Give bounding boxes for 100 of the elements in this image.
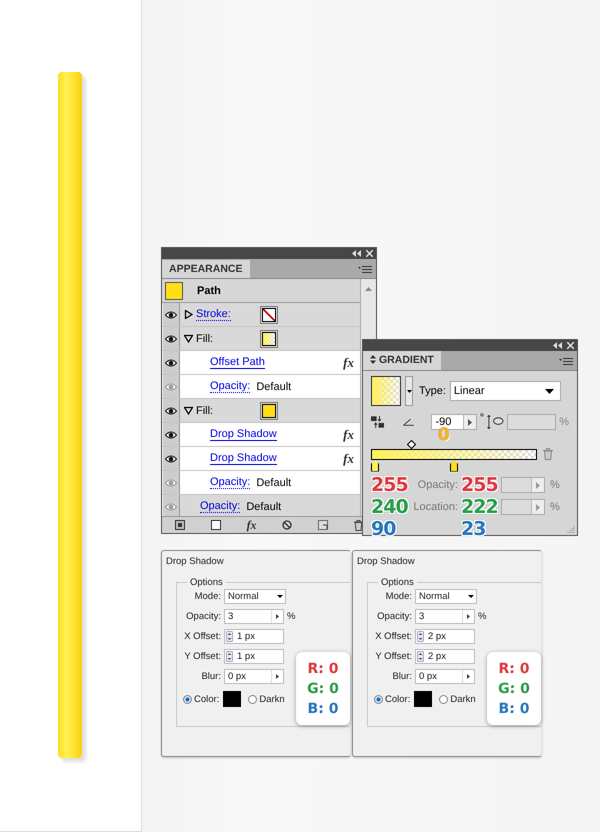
reverse-gradient-icon[interactable]: [371, 415, 384, 429]
opacity-link[interactable]: Opacity:: [210, 476, 250, 489]
percent-sign: %: [549, 479, 559, 491]
gradient-preview: [371, 376, 401, 406]
trash-icon[interactable]: [354, 520, 364, 530]
radio-label: Color:: [385, 694, 410, 704]
input-field[interactable]: 0 px: [224, 669, 284, 684]
radio-label: Color:: [194, 694, 220, 704]
panel-menu-icon[interactable]: [559, 358, 573, 365]
square-icon[interactable]: [210, 520, 221, 530]
field-label: Blur:: [391, 671, 412, 682]
stop-field[interactable]: [501, 477, 545, 493]
fx-label: fx: [343, 354, 354, 370]
field-label: Opacity:: [376, 611, 412, 622]
effect-link[interactable]: Offset Path: [210, 356, 265, 369]
effect-link[interactable]: Drop Shadow: [210, 452, 277, 465]
rgb-annotation: R: 0: [498, 660, 530, 678]
stop-field[interactable]: [501, 499, 545, 515]
eye-icon[interactable]: [165, 358, 177, 366]
fill-swatch[interactable]: [262, 332, 276, 346]
input-field[interactable]: 3: [415, 609, 475, 624]
collapse-icon[interactable]: [352, 250, 361, 257]
dialog-title: Drop Shadow: [356, 555, 416, 567]
stroke-swatch[interactable]: [262, 308, 276, 322]
input-field[interactable]: 2 px: [415, 649, 475, 664]
close-icon[interactable]: [567, 342, 574, 349]
disclosure-triangle-icon[interactable]: [184, 334, 193, 343]
degree-sign: °: [480, 412, 484, 424]
rgb-annotation: B: 0: [498, 700, 530, 718]
eye-icon[interactable]: [165, 430, 177, 438]
unit-label: %: [287, 611, 296, 622]
rgb-annotation: G: 0: [498, 680, 530, 698]
panel-menu-icon[interactable]: [358, 266, 372, 273]
input-field[interactable]: 1 px: [224, 649, 284, 664]
resize-grip-icon[interactable]: [567, 525, 575, 533]
color-swatch[interactable]: [414, 691, 432, 707]
color-radio[interactable]: [183, 694, 192, 704]
panel-tab[interactable]: APPEARANCE: [162, 260, 250, 278]
arrow-right-icon: [468, 418, 472, 426]
arrow-right-icon: [536, 504, 540, 510]
color-swatch[interactable]: [223, 691, 242, 707]
mode-select[interactable]: Normal: [415, 589, 477, 604]
opacity-link[interactable]: Opacity:: [210, 380, 250, 393]
object-swatch: [165, 282, 183, 300]
unit-label: %: [478, 611, 486, 622]
panel-tab[interactable]: GRADIENT: [363, 350, 441, 370]
color-radio[interactable]: [374, 694, 383, 704]
sort-arrows-icon: [370, 355, 376, 364]
percent-sign: %: [549, 501, 559, 513]
collapse-icon[interactable]: [553, 342, 562, 349]
darkness-radio[interactable]: [439, 694, 448, 704]
eye-icon[interactable]: [165, 310, 177, 318]
spinner-icon: [226, 651, 233, 662]
duplicate-icon[interactable]: [318, 520, 328, 530]
close-icon[interactable]: [366, 250, 373, 257]
opacity-value: Default: [256, 380, 292, 392]
aspect-ratio-icon: [487, 415, 504, 429]
effect-link[interactable]: Drop Shadow: [210, 428, 277, 441]
color-stop[interactable]: [450, 460, 458, 472]
arrow-right-icon: [467, 614, 470, 619]
mode-select[interactable]: Normal: [224, 589, 286, 604]
input-field[interactable]: 2 px: [415, 629, 475, 644]
disclosure-triangle-icon[interactable]: [184, 406, 193, 415]
spinner-icon: [417, 631, 424, 642]
new-art-icon[interactable]: [174, 520, 185, 530]
channel-annotation: 255: [461, 474, 499, 496]
object-title: Path: [197, 284, 221, 296]
channel-annotation: 255: [371, 474, 409, 496]
spinner-icon: [417, 651, 424, 662]
eye-icon[interactable]: [165, 454, 177, 462]
rgb-annotation: G: 0: [307, 680, 339, 698]
eye-icon[interactable]: [165, 334, 177, 342]
opacity-value: Default: [256, 476, 292, 488]
aspect-ratio-field[interactable]: [507, 414, 556, 430]
angle-annotation: 0: [438, 428, 450, 443]
field-label: Y Offset:: [374, 651, 412, 662]
channel-annotation: 23: [461, 518, 486, 540]
fill-swatch[interactable]: [262, 404, 276, 418]
darkness-radio[interactable]: [248, 694, 258, 704]
input-field[interactable]: 1 px: [224, 629, 284, 644]
scroll-up-icon[interactable]: [365, 287, 372, 291]
caret-icon: [406, 390, 412, 392]
gradient-presets-button[interactable]: [405, 376, 413, 406]
field-label: X Offset:: [374, 631, 412, 642]
input-field[interactable]: 0 px: [415, 669, 475, 684]
disclosure-triangle-icon[interactable]: [184, 310, 193, 319]
color-stop[interactable]: [371, 460, 379, 472]
angle-icon: [403, 418, 414, 426]
type-select[interactable]: Linear: [450, 381, 561, 401]
field-label: Mode:: [384, 591, 412, 602]
effects-button[interactable]: fx: [246, 518, 257, 532]
opacity-link[interactable]: Opacity:: [200, 500, 240, 513]
percent-sign: %: [559, 416, 570, 428]
rgb-annotation: B: 0: [308, 700, 338, 718]
attribute-link[interactable]: Stroke:: [196, 308, 231, 321]
field-label: Mode:: [194, 591, 221, 602]
input-field[interactable]: 3: [224, 609, 284, 624]
clear-icon[interactable]: [282, 520, 292, 530]
caret-icon: [276, 595, 282, 598]
eye-icon[interactable]: [165, 406, 177, 414]
